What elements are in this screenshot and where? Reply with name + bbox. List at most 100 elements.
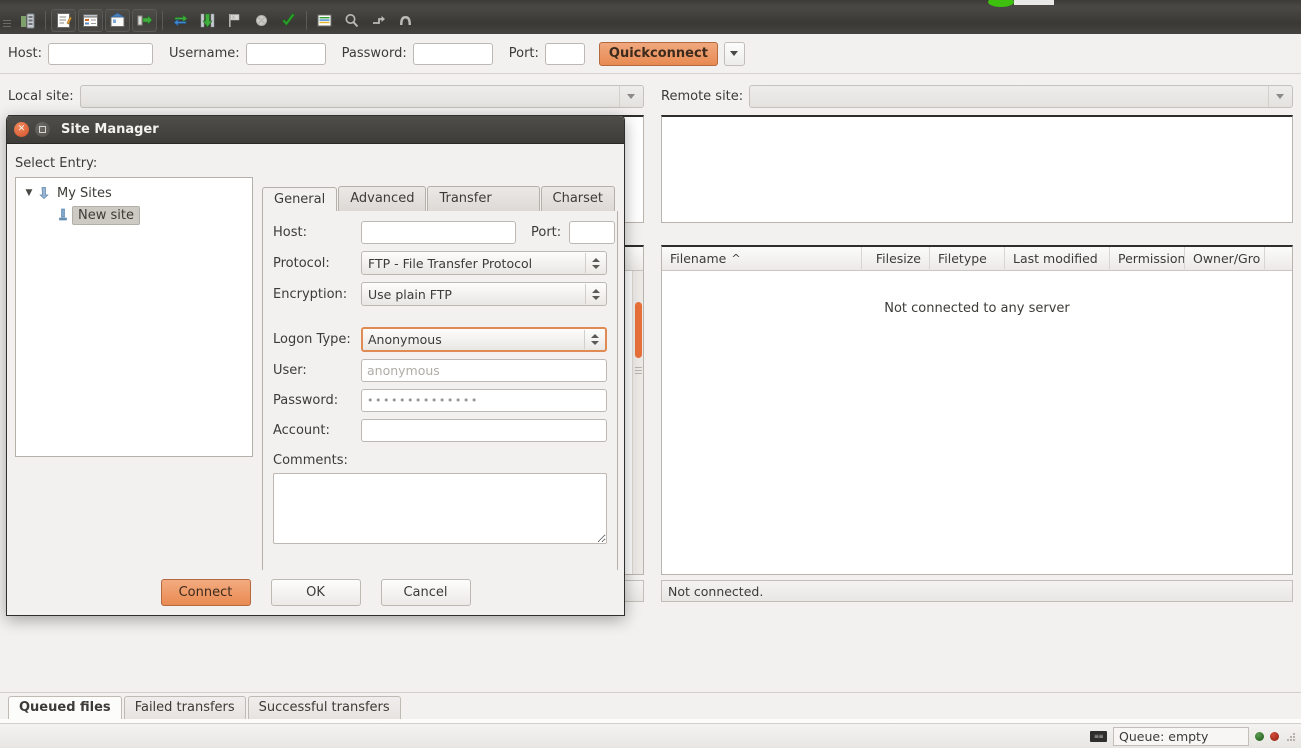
toggle-transfer-queue-icon[interactable]	[132, 9, 157, 32]
tab-charset[interactable]: Charset	[540, 186, 615, 211]
logon-type-label: Logon Type:	[273, 332, 351, 347]
server-icon	[54, 208, 72, 222]
quickconnect-password-input[interactable]	[412, 42, 493, 65]
tab-failed-transfers[interactable]: Failed transfers	[123, 696, 246, 719]
quickconnect-host-label: Host:	[8, 46, 42, 61]
led-green-icon	[1255, 731, 1264, 741]
tree-node-label: My Sites	[57, 185, 112, 201]
encryption-row: Encryption: Use plain FTP	[273, 282, 607, 306]
scrollbar-thumb[interactable]	[635, 302, 642, 358]
filter-icon[interactable]	[312, 9, 337, 32]
site-manager-icon[interactable]	[15, 9, 40, 32]
connect-button[interactable]: Connect	[160, 579, 251, 606]
scrollbar-grip-icon	[635, 367, 642, 376]
spinner-arrows-icon[interactable]	[585, 253, 605, 273]
column-header-permission[interactable]: Permission	[1110, 246, 1185, 271]
quickconnect-host-input[interactable]	[47, 42, 153, 65]
quickconnect-username-input[interactable]	[245, 42, 326, 65]
account-row: Account:	[273, 419, 607, 442]
toolbar-separator	[45, 11, 46, 30]
cancel-operation-icon[interactable]: x	[222, 9, 247, 32]
port-input[interactable]	[569, 221, 616, 244]
remote-file-list[interactable]: Filename ^ Filesize Filetype Last modifi…	[661, 245, 1293, 575]
folder-sites-icon	[36, 186, 54, 200]
remote-site-label: Remote site:	[661, 88, 744, 104]
local-site-combo[interactable]	[79, 84, 644, 108]
process-queue-icon[interactable]	[195, 9, 220, 32]
dialog-title-bar[interactable]: ✕ Site Manager	[7, 116, 624, 144]
filezilla-window: x Host: Username: Password: Port: Quickc…	[0, 0, 1301, 748]
close-icon[interactable]: ✕	[14, 122, 29, 137]
dialog-body: Select Entry: ▼ My Sites New site Genera…	[7, 144, 624, 615]
tab-transfer-settings[interactable]: Transfer Settings	[427, 186, 540, 230]
spinner-arrows-icon[interactable]	[585, 284, 605, 304]
quickconnect-bar: Host: Username: Password: Port: Quickcon…	[0, 34, 1301, 74]
user-input[interactable]	[361, 359, 607, 382]
tree-node-new-site[interactable]: New site	[16, 204, 252, 226]
toolbar-drag-grip[interactable]	[0, 7, 14, 34]
chevron-down-icon[interactable]	[1268, 85, 1290, 107]
logon-type-value: Anonymous	[368, 332, 442, 347]
protocol-select[interactable]: FTP - File Transfer Protocol	[361, 251, 607, 275]
refresh-icon[interactable]	[168, 9, 193, 32]
keyboard-icon: ≡≡	[1090, 730, 1107, 742]
quickconnect-dropdown-button[interactable]	[723, 41, 745, 66]
port-label: Port:	[531, 225, 562, 240]
sort-ascending-icon: ^	[731, 251, 741, 265]
column-header-filetype[interactable]: Filetype	[930, 246, 1005, 271]
local-file-list-scrollbar[interactable]	[632, 271, 643, 574]
logon-type-select[interactable]: Anonymous	[361, 327, 607, 352]
tab-general[interactable]: General	[262, 187, 338, 212]
chevron-down-icon[interactable]	[619, 85, 641, 107]
tab-advanced[interactable]: Advanced	[338, 186, 427, 211]
toggle-local-tree-icon[interactable]	[78, 9, 103, 32]
compare-directories-icon[interactable]	[339, 9, 364, 32]
comments-label: Comments:	[273, 453, 348, 468]
remote-status-text: Not connected.	[668, 583, 764, 599]
toggle-remote-tree-icon[interactable]	[105, 9, 130, 32]
quickconnect-port-input[interactable]	[544, 42, 585, 65]
logon-type-row: Logon Type: Anonymous	[273, 327, 607, 352]
tab-queued-files[interactable]: Queued files	[8, 696, 122, 719]
encryption-value: Use plain FTP	[368, 286, 452, 302]
quickconnect-button[interactable]: Quickconnect	[598, 41, 718, 66]
comments-textarea[interactable]	[273, 473, 607, 544]
column-header-filesize[interactable]: Filesize	[862, 246, 930, 271]
triangle-down-icon[interactable]: ▼	[22, 188, 36, 198]
desktop-indicator-blob	[988, 0, 1014, 7]
dialog-title: Site Manager	[61, 122, 159, 137]
toolbar-separator	[306, 11, 307, 30]
site-tree[interactable]: ▼ My Sites New site	[15, 177, 253, 457]
spinner-arrows-icon[interactable]	[584, 330, 604, 349]
toggle-message-log-icon[interactable]	[51, 9, 76, 32]
transfer-queue-tabs: Queued files Failed transfers Successful…	[0, 692, 1301, 719]
column-label: Filename	[670, 250, 727, 266]
ok-button[interactable]: OK	[270, 579, 361, 606]
remote-site-row: Remote site:	[661, 83, 1293, 109]
account-input[interactable]	[361, 419, 607, 442]
tree-node-label[interactable]: New site	[72, 205, 140, 225]
tree-node-my-sites[interactable]: ▼ My Sites	[16, 182, 252, 204]
maximize-icon[interactable]	[35, 122, 50, 137]
password-input[interactable]: ••••••••••••••	[361, 389, 607, 412]
reconnect-icon[interactable]	[276, 9, 301, 32]
protocol-label: Protocol:	[273, 255, 330, 271]
column-header-owner-group[interactable]: Owner/Gro	[1185, 246, 1265, 271]
remote-pane: Remote site: Filename ^ Filesize Filetyp…	[653, 75, 1301, 692]
general-tab-panel: Host: Port: Protocol: FTP - File Transfe…	[262, 211, 618, 615]
remote-directory-tree[interactable]	[661, 115, 1293, 223]
disconnect-icon[interactable]	[249, 9, 274, 32]
column-header-last-modified[interactable]: Last modified	[1005, 246, 1110, 271]
cancel-button[interactable]: Cancel	[380, 579, 471, 606]
status-bar: ≡≡ Queue: empty	[0, 723, 1301, 748]
column-header-filename[interactable]: Filename ^	[662, 246, 862, 271]
host-input[interactable]	[361, 221, 516, 244]
quickconnect-port-label: Port:	[508, 46, 539, 61]
synchronized-browsing-icon[interactable]	[366, 9, 391, 32]
encryption-select[interactable]: Use plain FTP	[361, 282, 607, 306]
tab-successful-transfers[interactable]: Successful transfers	[247, 696, 401, 719]
window-resize-grip[interactable]	[1285, 730, 1297, 742]
remote-site-combo[interactable]	[749, 84, 1293, 108]
search-icon[interactable]	[393, 9, 418, 32]
dialog-footer: Connect OK Cancel	[7, 570, 624, 615]
